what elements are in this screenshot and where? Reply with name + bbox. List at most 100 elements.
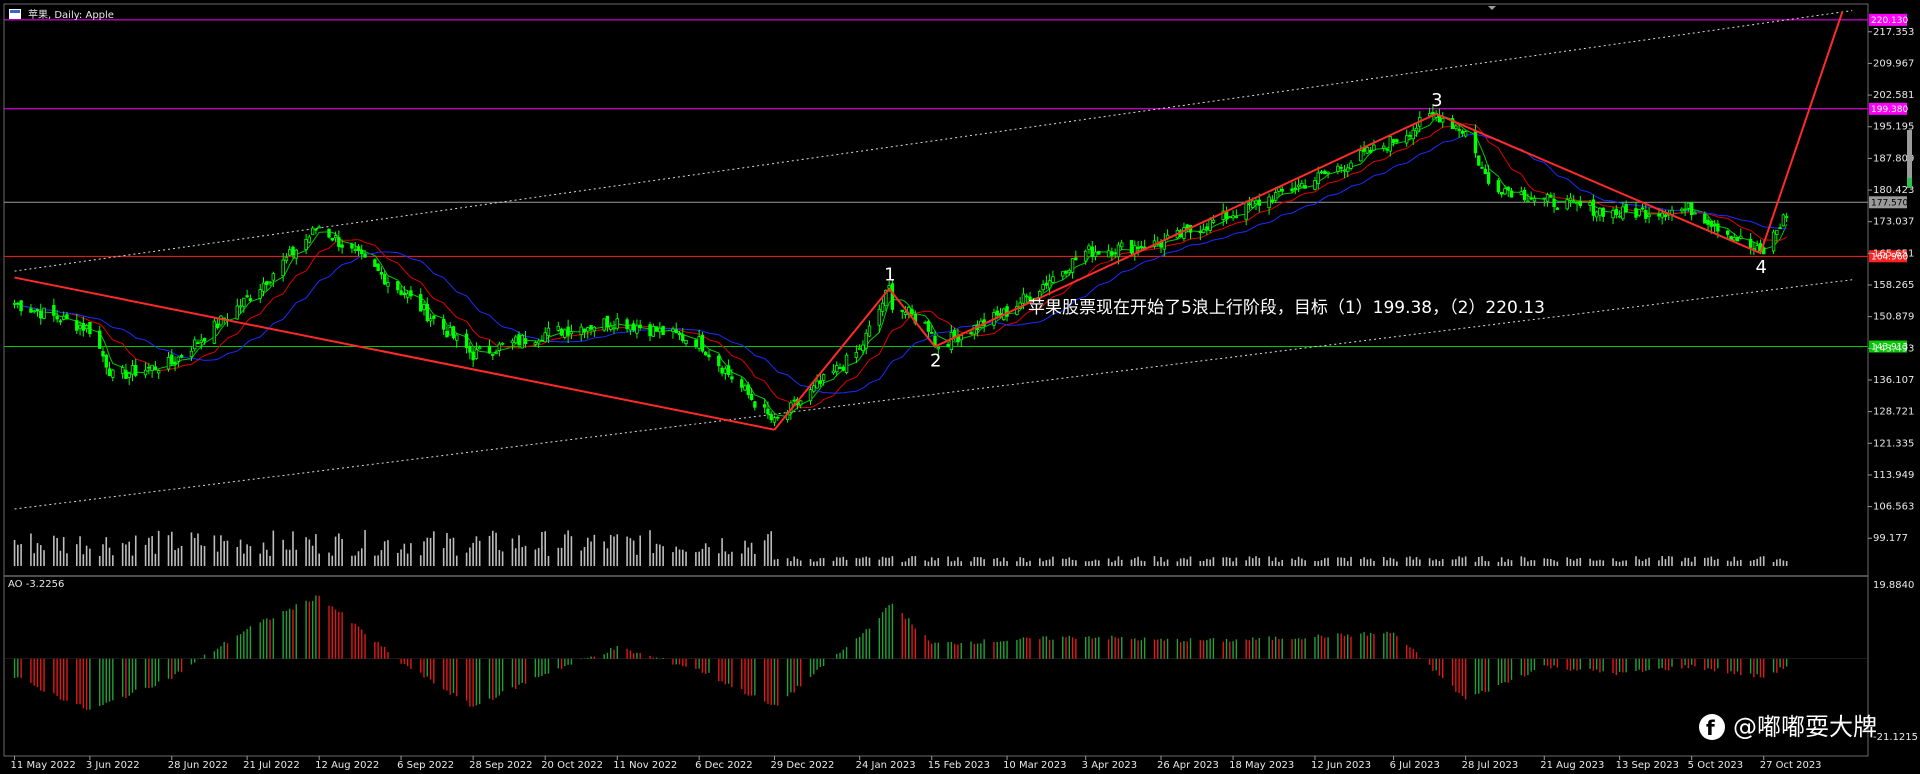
- ao-bar: [1510, 658, 1513, 680]
- volume-bar: [134, 535, 137, 566]
- time-tick-label: 3 Jun 2022: [86, 760, 140, 771]
- volume-bar: [1477, 557, 1480, 566]
- volume-bar: [1179, 558, 1182, 566]
- volume-bar: [1615, 561, 1618, 566]
- volume-bar: [747, 547, 750, 566]
- ao-bar: [672, 658, 674, 665]
- candle-body: [310, 227, 315, 236]
- volume-bar: [1543, 558, 1546, 566]
- volume-bar: [950, 561, 953, 566]
- candle-body: [1617, 215, 1622, 218]
- candle-body: [65, 314, 69, 320]
- candle-body: [1395, 139, 1399, 143]
- volume-bar: [521, 547, 524, 566]
- candle-body: [559, 328, 564, 336]
- volume-bar: [914, 556, 917, 566]
- ao-bar: [1694, 658, 1696, 667]
- volume-bar: [501, 551, 504, 566]
- ao-bar: [1098, 637, 1100, 659]
- ao-bar: [1527, 658, 1529, 676]
- volume-bar: [1779, 558, 1781, 566]
- ao-bar: [1736, 658, 1739, 672]
- candle-body: [1483, 168, 1488, 175]
- ao-bar: [1523, 658, 1526, 677]
- candle-body: [903, 311, 908, 315]
- candle-body: [769, 413, 773, 421]
- price-tick-label: 150.879: [1873, 312, 1914, 323]
- ao-bar: [1225, 638, 1228, 659]
- ao-bar: [786, 658, 789, 697]
- ao-bar: [1183, 641, 1185, 659]
- volume-bar: [318, 553, 320, 566]
- ao-bar: [1019, 638, 1021, 659]
- candle-body: [1382, 145, 1386, 149]
- ao-bar: [1065, 637, 1067, 659]
- volume-bar: [632, 540, 635, 566]
- candle-body: [772, 417, 777, 423]
- candle-body: [471, 351, 475, 361]
- volume-bar: [1641, 560, 1644, 566]
- volume-bar: [351, 555, 353, 566]
- volume-bar: [442, 548, 445, 566]
- ao-bar: [89, 658, 91, 710]
- ao-bar: [1428, 658, 1431, 665]
- volume-bar: [30, 533, 32, 566]
- volume-bar: [1504, 561, 1506, 566]
- ao-bar: [1618, 658, 1621, 672]
- time-tick-label: 6 Jul 2023: [1390, 760, 1440, 771]
- volume-bar: [272, 530, 275, 566]
- volume-bar: [744, 540, 746, 566]
- ao-bar: [128, 658, 130, 696]
- ao-bar: [1301, 639, 1303, 659]
- volume-bar: [1107, 558, 1110, 566]
- candle-body: [235, 305, 239, 320]
- ao-bar: [1763, 658, 1765, 678]
- volume-bar: [1088, 561, 1090, 566]
- candle-body: [861, 344, 865, 351]
- volume-bar: [924, 560, 926, 566]
- volume-bar: [672, 552, 674, 566]
- symbol-title-text: 苹果, Daily: Apple: [28, 8, 114, 21]
- time-tick-label: 11 Nov 2022: [613, 760, 677, 771]
- candle-body: [1712, 224, 1717, 227]
- volume-bar: [593, 534, 596, 566]
- volume-bar: [1281, 559, 1284, 566]
- ao-bar: [174, 658, 176, 675]
- ao-bar: [557, 658, 560, 669]
- volume-bar: [1707, 557, 1709, 566]
- ao-bar: [947, 642, 949, 659]
- volume-bar: [1507, 559, 1510, 566]
- candle-body: [1316, 172, 1320, 185]
- time-tick-label: 21 Aug 2023: [1540, 760, 1604, 771]
- price-tick-label: 202.581: [1873, 90, 1914, 101]
- ao-bar: [1612, 658, 1614, 674]
- candle-body: [635, 325, 639, 334]
- candle-body: [949, 331, 954, 351]
- ao-bar: [420, 658, 422, 673]
- volume-bar: [740, 553, 743, 566]
- ao-bar: [282, 611, 284, 659]
- volume-bar: [331, 555, 334, 566]
- ao-bar: [295, 604, 297, 659]
- volume-bar: [947, 556, 949, 566]
- ao-bar: [1668, 658, 1670, 671]
- volume-bar: [125, 544, 127, 566]
- ao-bar: [1114, 637, 1116, 659]
- volume-bar: [1323, 558, 1326, 566]
- side-scroll-indicator: [1907, 178, 1912, 188]
- volume-bar: [970, 561, 972, 566]
- ao-bar: [881, 612, 884, 659]
- candle-body: [1257, 199, 1261, 206]
- volume-bar: [1671, 556, 1673, 566]
- candle-body: [753, 401, 757, 408]
- volume-bar: [465, 552, 468, 566]
- ao-bar: [613, 649, 615, 659]
- candle-body: [1732, 237, 1736, 241]
- candle-body: [1473, 131, 1478, 154]
- candle-body: [487, 345, 492, 354]
- ao-bar: [777, 658, 779, 706]
- volume-bar: [652, 553, 655, 566]
- ao-bar: [131, 658, 134, 693]
- ao-bar: [59, 658, 62, 700]
- candle-body: [42, 307, 46, 319]
